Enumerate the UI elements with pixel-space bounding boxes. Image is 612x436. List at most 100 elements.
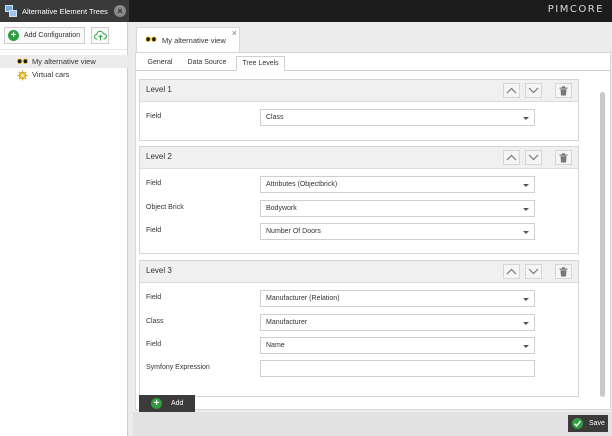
tab-general[interactable]: General bbox=[143, 56, 177, 71]
field-label: Field bbox=[146, 180, 162, 187]
move-up-button[interactable] bbox=[503, 264, 520, 279]
chevron-down-icon bbox=[528, 87, 539, 94]
trash-icon bbox=[559, 153, 568, 163]
move-up-button[interactable] bbox=[503, 150, 520, 165]
main-tab-title: Alternative Element Trees bbox=[22, 6, 108, 16]
add-level-button[interactable]: + Add bbox=[139, 395, 195, 412]
editor-panel: General Data Source Tree Levels Level 1 … bbox=[135, 52, 611, 410]
top-bar: Alternative Element Trees × PIMCORE bbox=[0, 0, 612, 22]
trash-icon bbox=[559, 267, 568, 277]
object-brick-select[interactable]: Bodywork bbox=[260, 200, 535, 217]
tab-tree-levels[interactable]: Tree Levels bbox=[236, 56, 285, 71]
save-button[interactable]: Save bbox=[568, 415, 608, 432]
select-value: Number Of Doors bbox=[266, 228, 321, 235]
close-icon[interactable]: × bbox=[114, 5, 126, 17]
chevron-down-icon bbox=[523, 117, 529, 120]
cloud-upload-icon bbox=[93, 30, 107, 41]
glasses-icon bbox=[145, 35, 157, 46]
delete-level-button[interactable] bbox=[555, 150, 572, 165]
chevron-down-icon bbox=[523, 231, 529, 234]
save-label: Save bbox=[589, 420, 605, 427]
chevron-down-icon bbox=[523, 345, 529, 348]
add-level-label: Add bbox=[171, 400, 184, 407]
level-panel: Level 2 Field Attributes (Objectbrick) O… bbox=[139, 146, 579, 254]
field-row: Object Brick Bodywork bbox=[140, 200, 578, 218]
field-row: Field Number Of Doors bbox=[140, 223, 578, 241]
subtab-bar: General Data Source Tree Levels bbox=[136, 53, 610, 71]
select-value: Class bbox=[266, 114, 284, 121]
chevron-down-icon bbox=[528, 154, 539, 161]
level-title: Level 3 bbox=[146, 266, 172, 275]
upload-button[interactable] bbox=[91, 27, 109, 44]
chevron-down-icon bbox=[523, 298, 529, 301]
move-down-button[interactable] bbox=[525, 150, 542, 165]
chevron-down-icon bbox=[523, 322, 529, 325]
tree-item-label: Virtual cars bbox=[32, 70, 70, 79]
chevron-up-icon bbox=[506, 87, 517, 94]
close-icon[interactable]: × bbox=[232, 28, 237, 38]
check-icon bbox=[572, 418, 583, 429]
plus-icon: + bbox=[8, 30, 19, 41]
plus-icon: + bbox=[151, 398, 162, 409]
field-select[interactable]: Name bbox=[260, 337, 535, 354]
symfony-expression-input[interactable] bbox=[260, 360, 535, 377]
field-row: Class Manufacturer bbox=[140, 314, 578, 332]
gear-icon bbox=[17, 70, 28, 81]
move-down-button[interactable] bbox=[525, 83, 542, 98]
field-select[interactable]: Manufacturer (Relation) bbox=[260, 290, 535, 307]
move-down-button[interactable] bbox=[525, 264, 542, 279]
move-up-button[interactable] bbox=[503, 83, 520, 98]
field-label: Field bbox=[146, 113, 162, 120]
select-value: Bodywork bbox=[266, 205, 297, 212]
field-label: Field bbox=[146, 227, 162, 234]
select-value: Manufacturer (Relation) bbox=[266, 295, 340, 302]
field-select[interactable]: Attributes (Objectbrick) bbox=[260, 176, 535, 193]
chevron-up-icon bbox=[506, 268, 517, 275]
tree-item-virtual-cars[interactable]: Virtual cars bbox=[0, 68, 128, 81]
tab-data-source[interactable]: Data Source bbox=[184, 56, 230, 71]
field-label: Symfony Expression bbox=[146, 364, 210, 371]
field-label: Field bbox=[146, 341, 162, 348]
element-trees-icon bbox=[4, 4, 18, 18]
select-value: Manufacturer bbox=[266, 319, 308, 326]
chevron-down-icon bbox=[523, 208, 529, 211]
level-title: Level 1 bbox=[146, 85, 172, 94]
field-select[interactable]: Class bbox=[260, 109, 535, 126]
level-header: Level 3 bbox=[140, 261, 578, 283]
add-configuration-label: Add Configuration bbox=[24, 32, 81, 39]
field-label: Class bbox=[146, 318, 164, 325]
field-row: Field Name bbox=[140, 337, 578, 355]
tree-item-label: My alternative view bbox=[32, 57, 96, 66]
field-row: Symfony Expression bbox=[140, 360, 578, 378]
field-row: Field Class bbox=[140, 109, 578, 127]
field-row: Field Manufacturer (Relation) bbox=[140, 290, 578, 308]
field-row: Field Attributes (Objectbrick) bbox=[140, 176, 578, 194]
select-value: Attributes (Objectbrick) bbox=[266, 181, 338, 188]
chevron-down-icon bbox=[523, 184, 529, 187]
level-panel: Level 3 Field Manufacturer (Relation) Cl… bbox=[139, 260, 579, 397]
left-toolbar: + Add Configuration bbox=[0, 22, 127, 50]
level-panel: Level 1 Field Class bbox=[139, 79, 579, 141]
main-area: My alternative view × General Data Sourc… bbox=[129, 22, 612, 436]
trash-icon bbox=[559, 86, 568, 96]
brand-logo: PIMCORE bbox=[547, 4, 604, 15]
delete-level-button[interactable] bbox=[555, 264, 572, 279]
field-select[interactable]: Number Of Doors bbox=[260, 223, 535, 240]
chevron-down-icon bbox=[528, 268, 539, 275]
tab-my-alternative-view[interactable]: My alternative view × bbox=[136, 27, 240, 53]
delete-level-button[interactable] bbox=[555, 83, 572, 98]
level-title: Level 2 bbox=[146, 152, 172, 161]
vertical-scrollbar[interactable] bbox=[600, 92, 605, 397]
levels-scroll-area: Level 1 Field Class Level 2 Field Attrib… bbox=[136, 72, 610, 410]
class-select[interactable]: Manufacturer bbox=[260, 314, 535, 331]
chevron-up-icon bbox=[506, 154, 517, 161]
field-label: Field bbox=[146, 294, 162, 301]
main-tab[interactable]: Alternative Element Trees × bbox=[0, 0, 129, 22]
bottom-toolbar: Save bbox=[133, 412, 612, 436]
tree-item-my-alternative-view[interactable]: My alternative view bbox=[0, 55, 128, 68]
field-label: Object Brick bbox=[146, 204, 184, 211]
glasses-icon bbox=[17, 57, 28, 66]
left-panel: + Add Configuration My alternative view … bbox=[0, 22, 128, 436]
level-header: Level 1 bbox=[140, 80, 578, 102]
add-configuration-button[interactable]: + Add Configuration bbox=[4, 27, 85, 44]
